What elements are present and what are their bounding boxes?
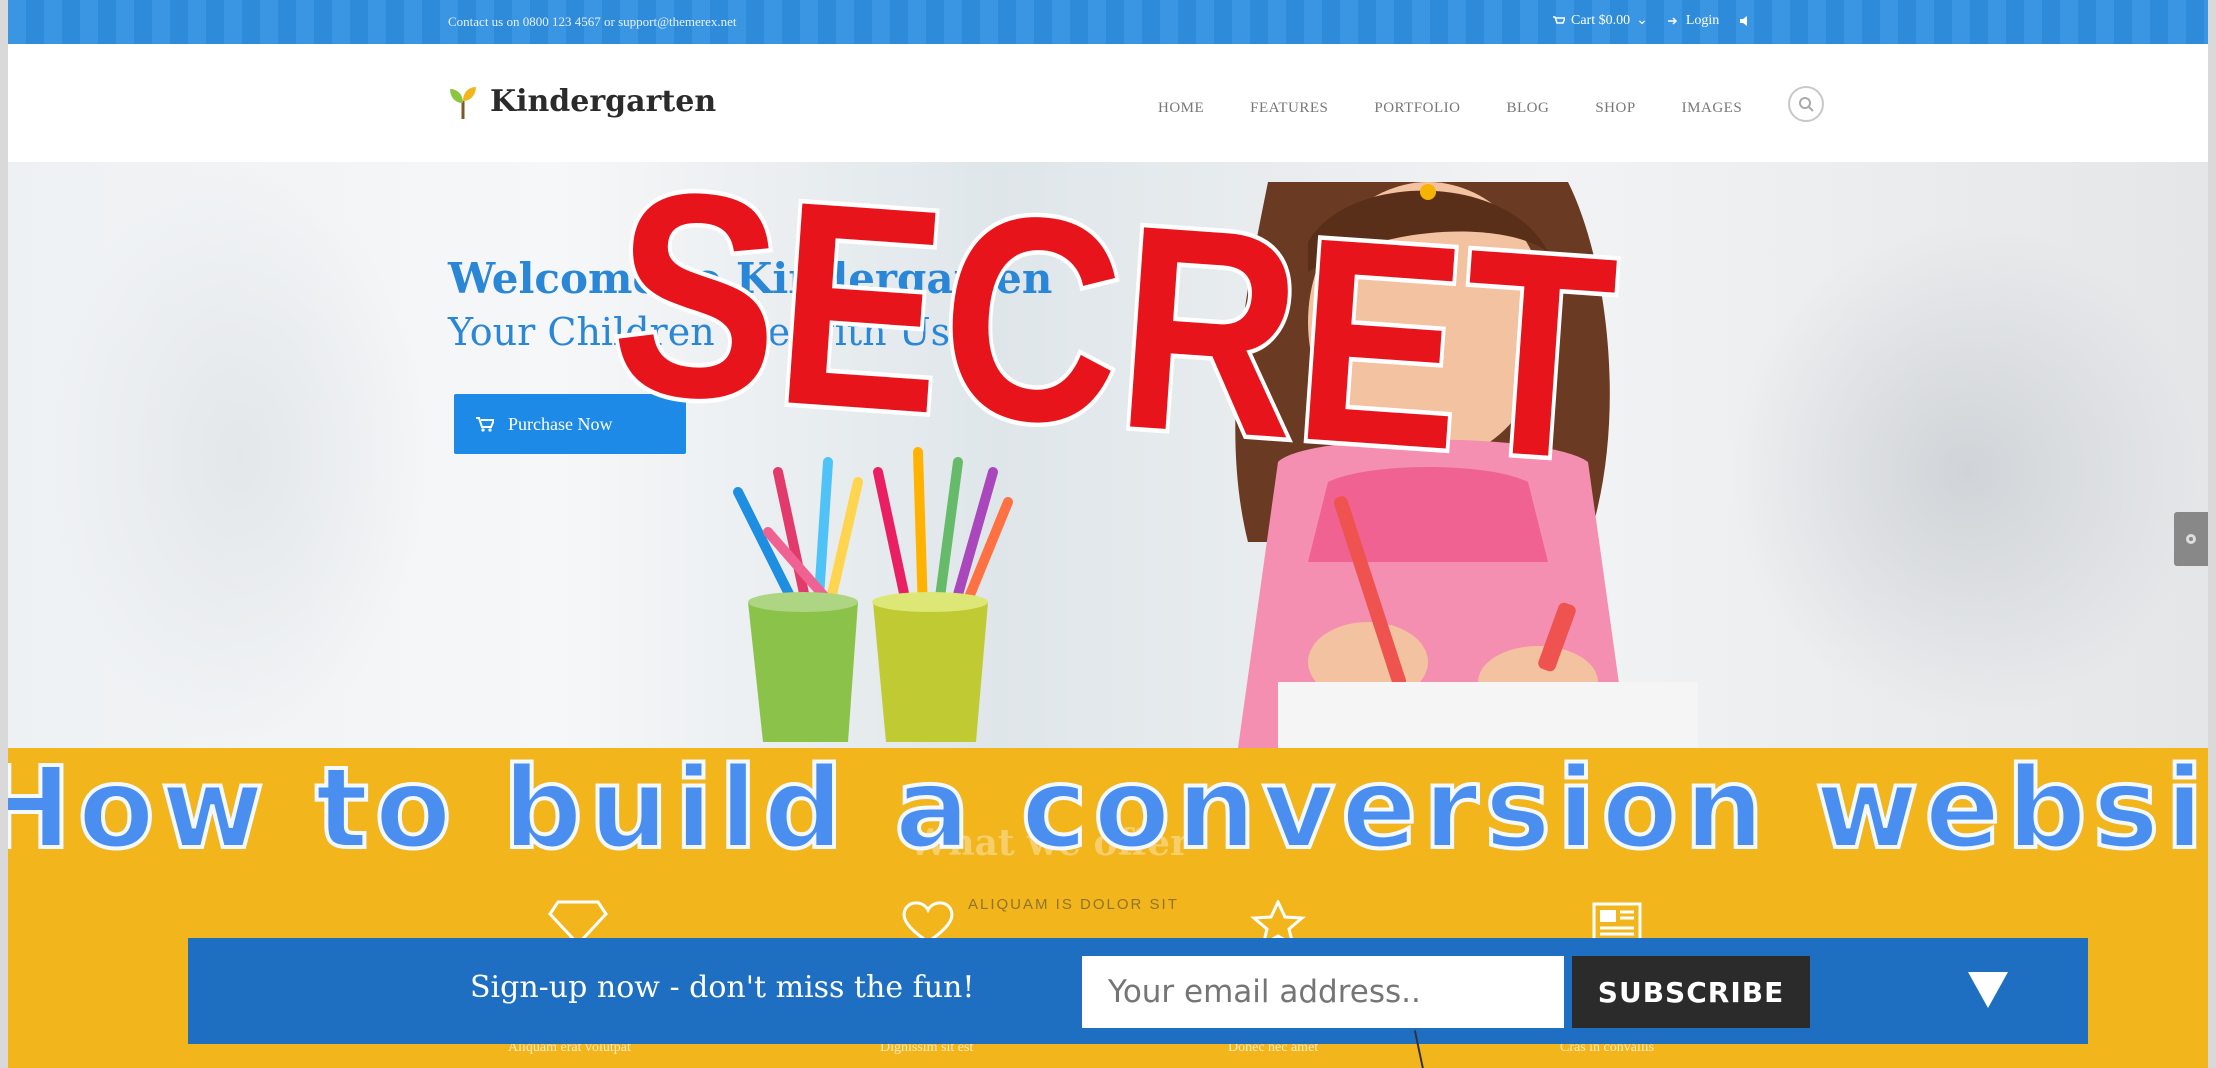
main-nav: HOME FEATURES PORTFOLIO BLOG SHOP IMAGES [1158, 86, 1825, 122]
login-link[interactable]: Login [1667, 12, 1720, 29]
nav-blog[interactable]: BLOG [1506, 100, 1549, 117]
subscribe-button[interactable]: SUBSCRIBE [1572, 956, 1810, 1028]
nav-portfolio[interactable]: PORTFOLIO [1374, 100, 1460, 117]
cart-link[interactable]: Cart $0.00 ⌄ [1553, 12, 1648, 29]
logo[interactable]: Kindergarten [448, 84, 716, 119]
cart-icon [476, 417, 494, 432]
settings-tab[interactable] [2174, 512, 2208, 566]
secret-stamp-text: SECRET [604, 185, 1624, 515]
nav-shop[interactable]: SHOP [1595, 100, 1635, 117]
secret-stamp: SECRET [599, 185, 1628, 515]
hero-background-blur-right [1728, 222, 2208, 722]
overlay-headline: How to build a conversion websit [8, 742, 2208, 876]
triangle-down-icon[interactable] [1966, 970, 2010, 1010]
nav-images[interactable]: IMAGES [1682, 100, 1743, 117]
site-header: Kindergarten HOME FEATURES PORTFOLIO BLO… [8, 44, 2208, 162]
signup-text: Sign-up now - don't miss the fun! [470, 970, 975, 1005]
contact-info: Contact us on 0800 123 4567 or support@t… [448, 14, 737, 29]
speaker-icon[interactable] [1739, 15, 1751, 26]
search-button[interactable] [1788, 86, 1825, 122]
signup-bar: Sign-up now - don't miss the fun! SUBSCR… [188, 938, 2088, 1044]
sprout-icon [450, 86, 476, 119]
nav-home[interactable]: HOME [1158, 100, 1204, 117]
top-bar: Contact us on 0800 123 4567 or support@t… [8, 0, 2208, 44]
chevron-down-icon: ⌄ [1636, 13, 1648, 28]
page-frame: Contact us on 0800 123 4567 or support@t… [8, 0, 2208, 1068]
cart-icon [1553, 15, 1565, 24]
nav-features[interactable]: FEATURES [1250, 100, 1328, 117]
hero-background-blur [48, 162, 428, 748]
features-subheading: ALIQUAM IS DOLOR SIT [968, 896, 1179, 913]
top-bar-actions: Cart $0.00 ⌄ Login [1553, 12, 1751, 29]
email-input[interactable] [1082, 956, 1564, 1028]
login-label: Login [1685, 12, 1720, 28]
search-icon [1799, 97, 1814, 112]
cart-label: Cart $0.00 [1571, 12, 1631, 28]
login-icon [1667, 16, 1677, 25]
gear-icon [2186, 534, 2196, 544]
logo-text: Kindergarten [490, 84, 717, 119]
